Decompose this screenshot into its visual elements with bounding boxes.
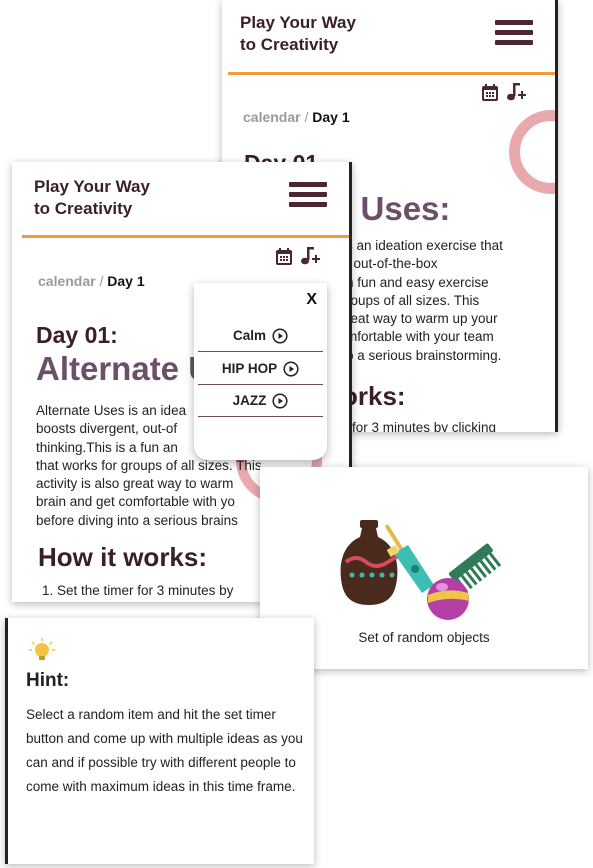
menu-button[interactable] bbox=[289, 182, 327, 207]
genre-label: JAZZ bbox=[232, 393, 267, 408]
step-1: 1. Set the timer for 3 minutes by bbox=[42, 583, 234, 598]
genre-jazz[interactable]: JAZZ bbox=[198, 385, 323, 417]
header-divider bbox=[228, 72, 555, 75]
play-circle-icon bbox=[272, 392, 288, 409]
calendar-icon[interactable] bbox=[481, 83, 499, 102]
toolbar bbox=[481, 82, 527, 102]
app-title: Play Your Way to Creativity bbox=[34, 177, 150, 218]
breadcrumb-separator: / bbox=[99, 273, 104, 289]
music-add-icon[interactable] bbox=[505, 82, 527, 102]
breadcrumb-calendar-link[interactable]: calendar bbox=[243, 109, 301, 125]
breadcrumb-separator: / bbox=[304, 109, 309, 125]
play-circle-icon bbox=[283, 360, 299, 377]
hint-card: Hint: Select a random item and hit the s… bbox=[5, 618, 314, 864]
breadcrumb-calendar-link[interactable]: calendar bbox=[38, 273, 96, 289]
toolbar bbox=[275, 246, 321, 266]
genre-label: HIP HOP bbox=[221, 361, 278, 376]
breadcrumb-current: Day 1 bbox=[107, 273, 145, 289]
play-circle-icon bbox=[272, 327, 288, 344]
genre-calm[interactable]: Calm bbox=[198, 320, 323, 352]
exercise-title: Alternate U bbox=[36, 350, 213, 387]
close-button[interactable]: X bbox=[306, 291, 317, 309]
step-1: for 3 minutes by clicking bbox=[352, 420, 497, 432]
calendar-icon[interactable] bbox=[275, 247, 293, 266]
breadcrumb: calendar / Day 1 bbox=[243, 109, 350, 125]
exercise-description: s an ideation exercise that , out-of-the… bbox=[346, 238, 503, 363]
day-label: Day 01: bbox=[36, 322, 118, 348]
decorative-ring bbox=[509, 110, 555, 194]
genre-hip-hop[interactable]: HIP HOP bbox=[198, 353, 323, 385]
hint-title: Hint: bbox=[26, 670, 70, 691]
random-objects-illustration bbox=[340, 520, 502, 620]
how-it-works-heading: How it works: bbox=[38, 542, 208, 572]
app-title: Play Your Way to Creativity bbox=[240, 13, 356, 54]
breadcrumb-current: Day 1 bbox=[312, 109, 350, 125]
lightbulb-icon bbox=[29, 638, 55, 660]
genre-label: Calm bbox=[232, 328, 266, 343]
music-add-icon[interactable] bbox=[299, 246, 321, 266]
menu-button[interactable] bbox=[495, 20, 533, 45]
music-popup: X Calm HIP HOP JAZZ bbox=[194, 283, 327, 460]
header-divider bbox=[22, 235, 349, 238]
breadcrumb: calendar / Day 1 bbox=[38, 273, 145, 289]
hint-text: Select a random item and hit the set tim… bbox=[26, 707, 303, 794]
